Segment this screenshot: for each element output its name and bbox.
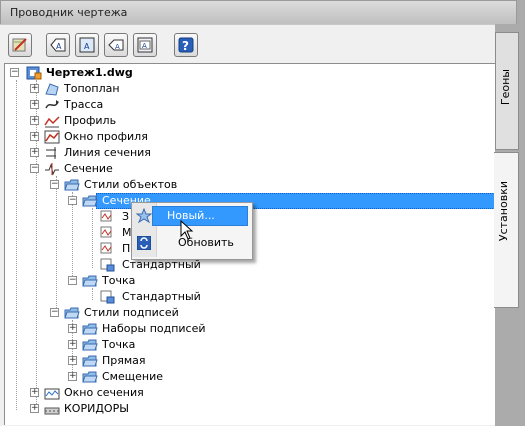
- point-style-icon: [100, 290, 115, 304]
- svg-text:A: A: [56, 42, 62, 51]
- style-button-4[interactable]: A: [133, 33, 157, 57]
- collapse-toggle[interactable]: −: [68, 196, 77, 205]
- collapse-toggle[interactable]: −: [50, 180, 59, 189]
- style-tag-icon: A: [137, 37, 153, 53]
- expand-toggle[interactable]: +: [30, 404, 39, 413]
- tree-item-label: Стили подписей: [84, 306, 179, 319]
- section-icon: [45, 163, 59, 176]
- tree-line: [16, 80, 17, 410]
- expand-toggle[interactable]: +: [30, 388, 39, 397]
- tree-item-label: Сечение: [64, 162, 113, 175]
- tree-item-label: КОРИДОРЫ: [64, 402, 129, 415]
- tree-item-label: Профиль: [64, 114, 117, 127]
- section-style-icon: [100, 210, 112, 222]
- pencil-edit-icon: [12, 38, 27, 52]
- tree-item-label: Наборы подписей: [102, 322, 206, 335]
- tab-ustanovki[interactable]: Установки: [494, 152, 519, 308]
- expand-toggle[interactable]: +: [30, 148, 39, 157]
- expand-toggle[interactable]: +: [68, 324, 77, 333]
- style-button-3[interactable]: A: [104, 33, 128, 57]
- drawing-file-icon: [26, 66, 42, 80]
- svg-text:A: A: [115, 43, 120, 51]
- expand-toggle[interactable]: +: [68, 356, 77, 365]
- help-button[interactable]: ?: [174, 33, 198, 57]
- tree-item-label: Смещение: [102, 370, 163, 383]
- style-tag-icon: A: [108, 39, 124, 51]
- tree-item-label: П: [122, 242, 131, 255]
- folder-icon: [82, 195, 98, 207]
- drawing-settings-button[interactable]: [8, 33, 32, 57]
- help-icon: ?: [178, 37, 194, 53]
- collapse-toggle[interactable]: −: [68, 276, 77, 285]
- tree-item-label: Точка: [102, 274, 136, 287]
- svg-text:?: ?: [182, 39, 189, 53]
- collapse-toggle[interactable]: −: [10, 68, 19, 77]
- tree-line: [56, 176, 57, 312]
- style-tag-icon: A: [50, 38, 66, 52]
- tab-label: Геоны: [499, 69, 512, 106]
- folder-icon: [82, 371, 98, 383]
- surface-icon: [45, 83, 59, 96]
- style-button-1[interactable]: A: [46, 33, 70, 57]
- folder-icon: [64, 307, 80, 319]
- folder-icon: [82, 323, 98, 335]
- tree-line: [36, 80, 37, 404]
- svg-text:A: A: [84, 42, 90, 51]
- section-style-icon: [100, 242, 112, 254]
- root-file-label: Чертеж1.dwg: [46, 66, 133, 79]
- tree-item-label: Стандартный: [122, 290, 201, 303]
- style-button-2[interactable]: A: [75, 33, 99, 57]
- tree-item-label: Окно профиля: [64, 130, 148, 143]
- style-tag-icon: A: [79, 37, 95, 53]
- side-tabs: Геоны Установки: [494, 24, 525, 425]
- tab-geony[interactable]: Геоны: [495, 32, 519, 150]
- tree-item-label: Прямая: [102, 354, 146, 367]
- section-style-icon: [100, 226, 112, 238]
- tree-item-label: Точка: [102, 338, 136, 351]
- new-star-icon: [136, 208, 152, 224]
- svg-text:A: A: [142, 42, 147, 50]
- expand-toggle[interactable]: +: [30, 116, 39, 125]
- folder-icon: [82, 339, 98, 351]
- tree-item-label: Окно сечения: [64, 386, 144, 399]
- tree-item-label: Топоплан: [64, 82, 120, 95]
- tree-line: [92, 288, 93, 300]
- folder-icon: [82, 355, 98, 367]
- collapse-toggle[interactable]: −: [30, 164, 39, 173]
- panel-titlebar: Проводник чертежа: [0, 0, 517, 24]
- corridor-icon: [44, 407, 60, 415]
- expand-toggle[interactable]: +: [68, 340, 77, 349]
- tree-item-label: Трасса: [64, 98, 104, 111]
- profile-icon: [44, 116, 60, 128]
- alignment-icon: [45, 100, 59, 109]
- tree-item-label: Стили объектов: [84, 178, 178, 191]
- section-view-icon: [44, 388, 60, 400]
- tree-line: [92, 208, 93, 268]
- collapse-toggle[interactable]: −: [50, 308, 59, 317]
- folder-icon: [82, 275, 98, 287]
- expand-toggle[interactable]: +: [30, 132, 39, 141]
- tree-item-label: Линия сечения: [64, 146, 151, 159]
- expand-toggle[interactable]: +: [30, 84, 39, 93]
- panel-title: Проводник чертежа: [10, 6, 128, 19]
- expand-toggle[interactable]: +: [30, 100, 39, 109]
- toolbar: A A A A ?: [0, 24, 495, 64]
- section-style-icon: [100, 258, 115, 272]
- sample-line-icon: [46, 147, 56, 159]
- tree-line: [72, 192, 73, 284]
- expand-toggle[interactable]: +: [68, 372, 77, 381]
- context-menu-new[interactable]: Новый...: [152, 206, 248, 226]
- profile-view-icon: [44, 130, 60, 144]
- tree-item-label: З: [122, 210, 130, 223]
- mouse-cursor-icon: [180, 220, 194, 240]
- folder-icon: [64, 179, 80, 191]
- tab-label: Установки: [497, 181, 510, 242]
- refresh-icon: [137, 236, 151, 250]
